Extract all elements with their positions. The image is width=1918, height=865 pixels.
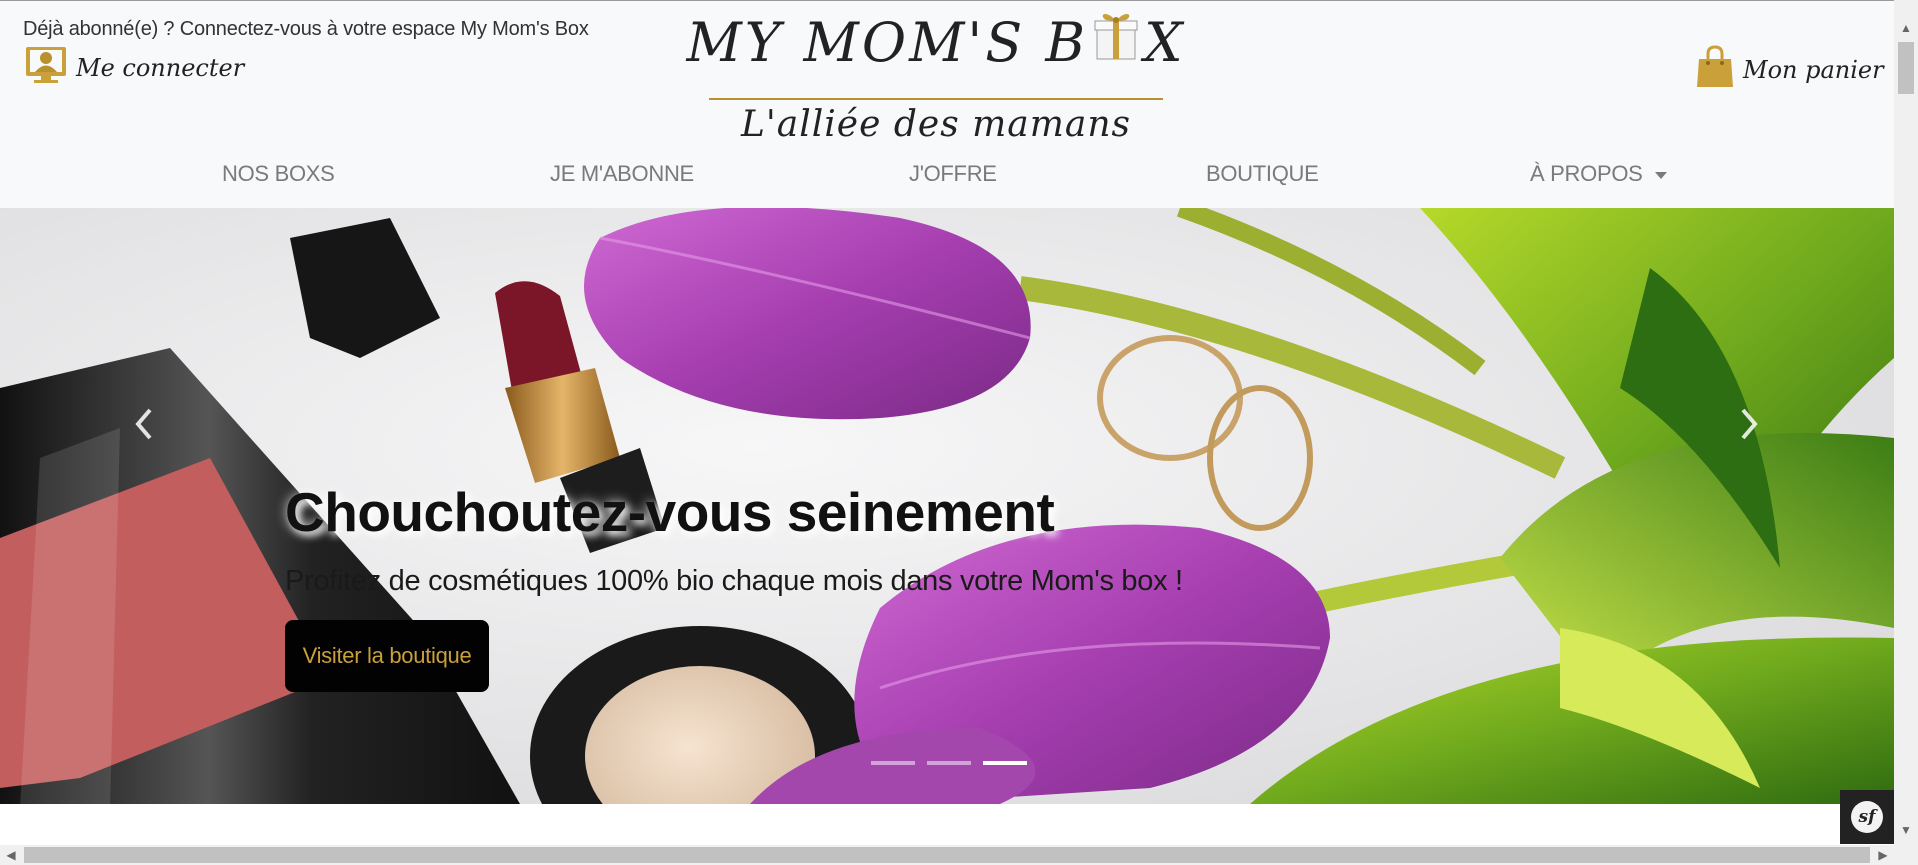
symfony-logo-icon: sf [1851, 801, 1883, 833]
horizontal-scroll-thumb[interactable] [24, 847, 1870, 863]
nav-item-joffre[interactable]: J'OFFRE [909, 161, 997, 187]
nav-item-je-mabonne[interactable]: JE M'ABONNE [550, 161, 694, 187]
vertical-scroll-thumb[interactable] [1898, 42, 1914, 94]
main-nav: NOS BOXS JE M'ABONNE J'OFFRE BOUTIQUE À … [0, 156, 1894, 196]
brand-logo[interactable]: MY MOM'S B X L'alliée des mamans [686, 7, 1182, 146]
scroll-down-icon[interactable]: ▼ [1894, 820, 1918, 840]
visit-shop-button[interactable]: Visiter la boutique [285, 620, 489, 692]
vertical-scrollbar[interactable]: ▲ ▼ [1894, 0, 1918, 845]
shopping-bag-icon [1695, 45, 1735, 94]
nav-item-a-propos-label: À PROPOS [1530, 161, 1643, 186]
symfony-toolbar-toggle[interactable]: sf [1840, 790, 1894, 844]
brand-title-right: X [1144, 10, 1186, 74]
login-link[interactable]: Me connecter [24, 45, 244, 90]
carousel-indicator[interactable] [927, 761, 971, 765]
nav-item-nos-boxs[interactable]: NOS BOXS [222, 161, 335, 187]
scroll-right-icon[interactable]: ▶ [1872, 845, 1894, 865]
scroll-left-icon[interactable]: ◀ [0, 845, 22, 865]
chevron-left-icon [135, 408, 152, 440]
scroll-up-icon[interactable]: ▲ [1894, 18, 1918, 38]
slide-subtitle: Profitez de cosmétiques 100% bio chaque … [285, 565, 1183, 597]
cart-label: Mon panier [1743, 55, 1884, 84]
carousel-indicator[interactable] [871, 761, 915, 765]
carousel-indicators [871, 761, 1027, 765]
brand-divider [709, 98, 1163, 100]
carousel-next-button[interactable] [1735, 404, 1765, 444]
login-label: Me connecter [76, 53, 245, 82]
site-header: Déjà abonné(e) ? Connectez-vous à votre … [0, 1, 1894, 208]
brand-title-left: MY MOM'S B [686, 10, 1089, 74]
hero-carousel: Chouchoutez-vous seinement Profitez de c… [0, 208, 1894, 804]
chevron-right-icon [1741, 408, 1758, 440]
slide-title: Chouchoutez-vous seinement [285, 481, 1055, 543]
carousel-indicator-active[interactable] [983, 761, 1027, 765]
carousel-prev-button[interactable] [128, 404, 158, 444]
gift-box-icon [1092, 7, 1140, 78]
user-monitor-icon [24, 45, 70, 90]
nav-item-a-propos[interactable]: À PROPOS [1530, 161, 1667, 187]
brand-tagline: L'alliée des mamans [741, 104, 1131, 145]
nav-item-boutique[interactable]: BOUTIQUE [1206, 161, 1319, 187]
already-subscribed-text: Déjà abonné(e) ? Connectez-vous à votre … [23, 18, 589, 40]
brand-title: MY MOM'S B X [686, 7, 1182, 78]
caret-down-icon [1654, 171, 1667, 179]
horizontal-scrollbar[interactable]: ◀ ▶ [0, 845, 1918, 865]
cart-link[interactable]: Mon panier [1695, 45, 1884, 94]
